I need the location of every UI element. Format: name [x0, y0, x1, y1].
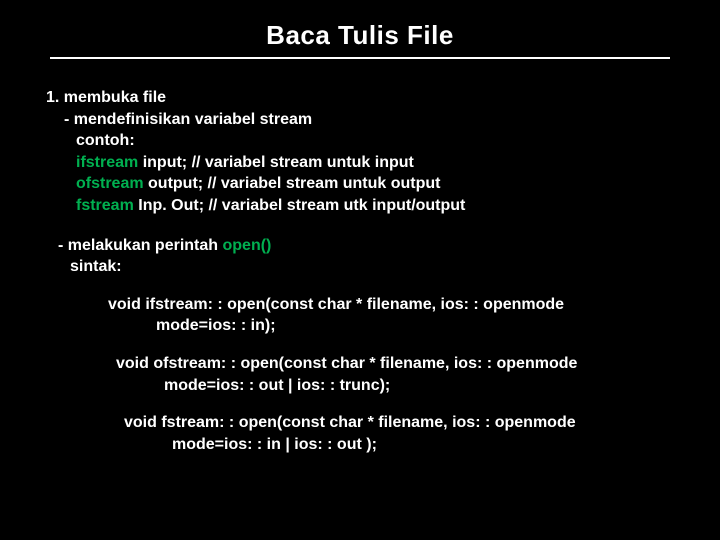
signature-line: void ifstream: : open(const char * filen… — [108, 294, 680, 316]
example-fstream-rest: Inp. Out; // variabel stream utk input/o… — [134, 197, 466, 214]
bullet-open-text: - melakukan perintah — [58, 237, 223, 254]
example-ifstream: ifstream input; // variabel stream untuk… — [76, 152, 680, 174]
slide-title: Baca Tulis File — [50, 20, 670, 59]
signature-line: mode=ios: : in | ios: : out ); — [172, 434, 680, 456]
example-ifstream-rest: input; // variabel stream untuk input — [138, 154, 414, 171]
section-heading: 1. membuka file — [46, 87, 680, 109]
signature-line: void fstream: : open(const char * filena… — [124, 412, 680, 434]
slide-body: 1. membuka file - mendefinisikan variabe… — [40, 87, 680, 455]
keyword-open: open() — [223, 237, 272, 254]
keyword-fstream: fstream — [76, 197, 134, 214]
example-ofstream: ofstream output; // variabel stream untu… — [76, 173, 680, 195]
bullet-define-var: - mendefinisikan variabel stream — [64, 109, 680, 131]
label-sintak: sintak: — [70, 256, 680, 278]
signature-line: mode=ios: : out | ios: : trunc); — [164, 375, 680, 397]
signature-ofstream-open: void ofstream: : open(const char * filen… — [116, 353, 680, 396]
signature-line: void ofstream: : open(const char * filen… — [116, 353, 680, 375]
example-fstream: fstream Inp. Out; // variabel stream utk… — [76, 195, 680, 217]
keyword-ifstream: ifstream — [76, 154, 138, 171]
keyword-ofstream: ofstream — [76, 175, 144, 192]
bullet-open: - melakukan perintah open() — [58, 235, 680, 257]
slide: Baca Tulis File 1. membuka file - mendef… — [0, 0, 720, 540]
example-ofstream-rest: output; // variabel stream untuk output — [144, 175, 441, 192]
signature-fstream-open: void fstream: : open(const char * filena… — [124, 412, 680, 455]
signature-ifstream-open: void ifstream: : open(const char * filen… — [108, 294, 680, 337]
spacer — [40, 217, 680, 235]
label-contoh: contoh: — [76, 130, 680, 152]
signature-line: mode=ios: : in); — [156, 315, 680, 337]
